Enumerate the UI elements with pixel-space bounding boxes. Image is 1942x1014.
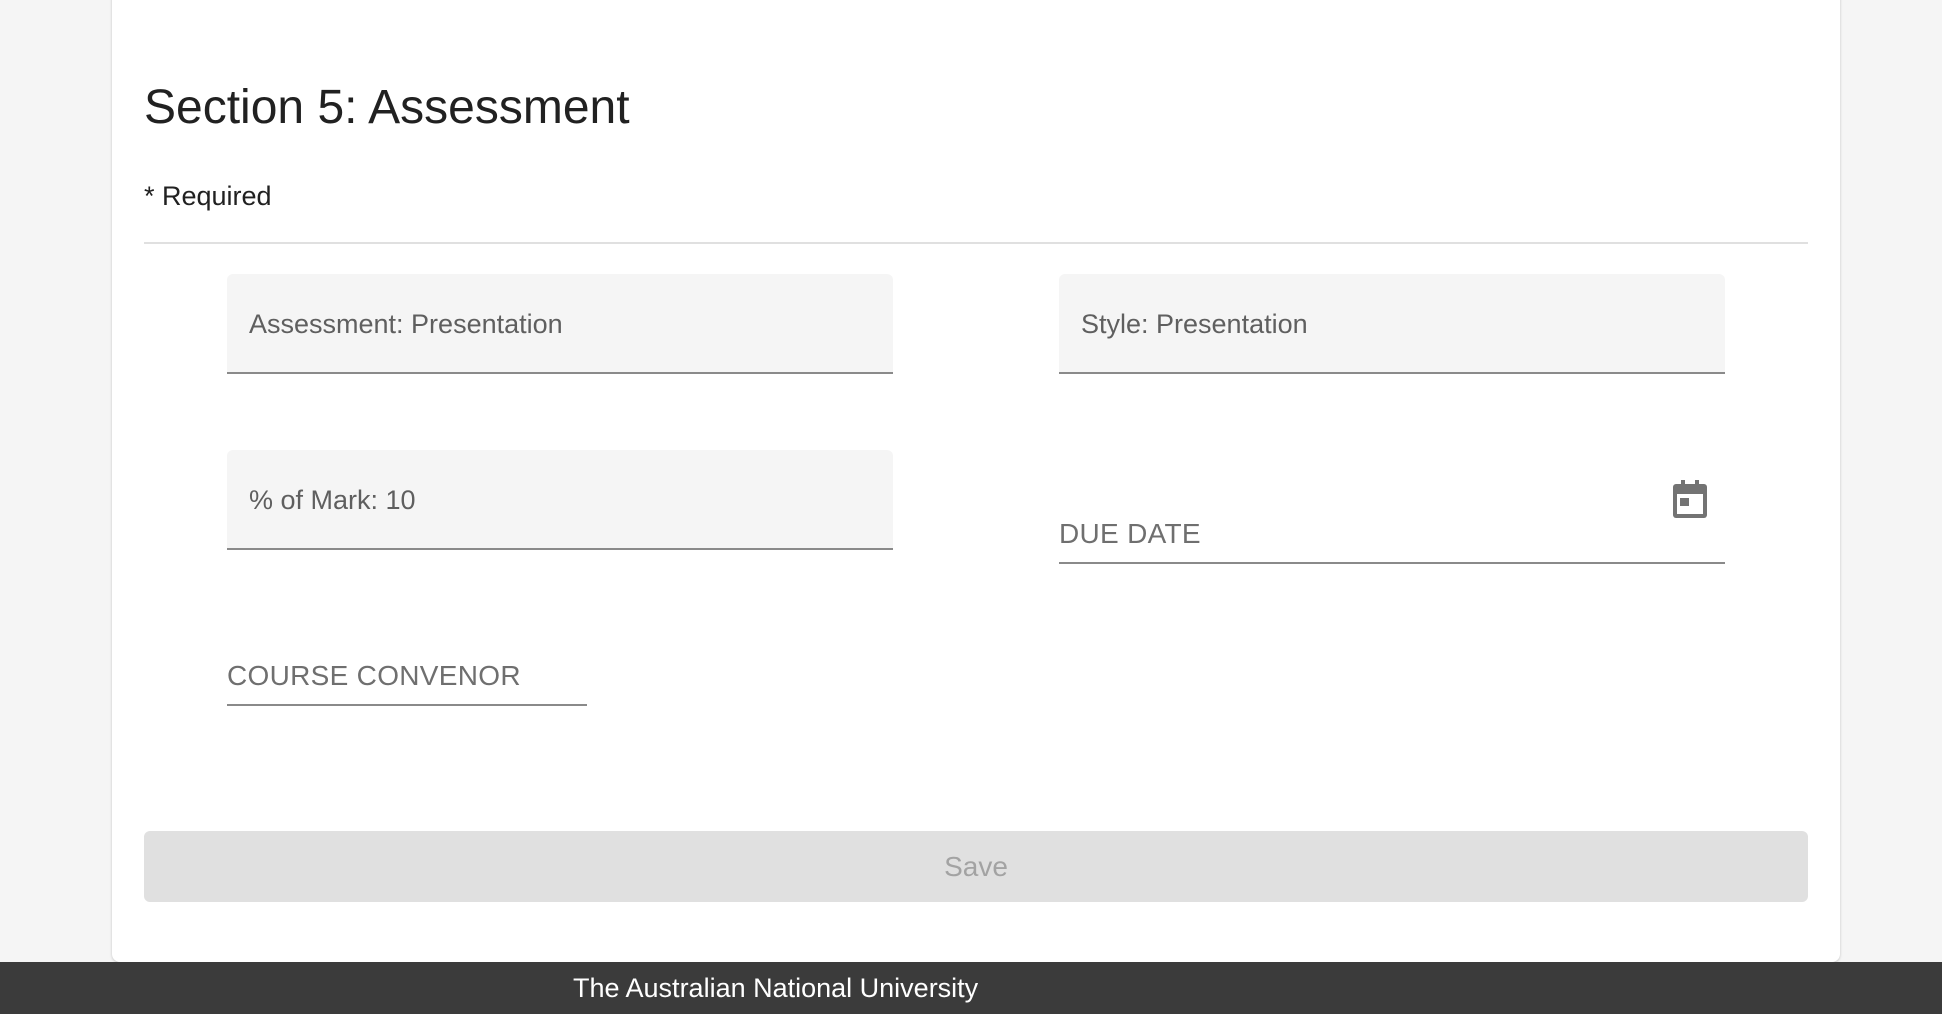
calendar-icon[interactable] <box>1671 480 1709 520</box>
due-date-field[interactable]: DUE DATE <box>1059 476 1725 564</box>
course-convenor-label: COURSE CONVENOR <box>227 660 521 691</box>
required-note: * Required <box>144 181 272 211</box>
section-title: Section 5: Assessment <box>144 81 630 134</box>
percent-of-mark-field-value: % of Mark: 10 <box>249 485 416 515</box>
course-convenor-field[interactable]: COURSE CONVENOR <box>227 640 587 706</box>
due-date-label: DUE DATE <box>1059 518 1201 549</box>
assessment-field-value: Assessment: Presentation <box>249 309 563 339</box>
style-field-value: Style: Presentation <box>1081 309 1308 339</box>
divider <box>144 242 1808 244</box>
style-field[interactable]: Style: Presentation <box>1059 274 1725 374</box>
assessment-field[interactable]: Assessment: Presentation <box>227 274 893 374</box>
save-button[interactable]: Save <box>144 831 1808 902</box>
footer-text: The Australian National University <box>573 973 979 1003</box>
footer: The Australian National University <box>0 962 1942 1014</box>
percent-of-mark-field[interactable]: % of Mark: 10 <box>227 450 893 550</box>
